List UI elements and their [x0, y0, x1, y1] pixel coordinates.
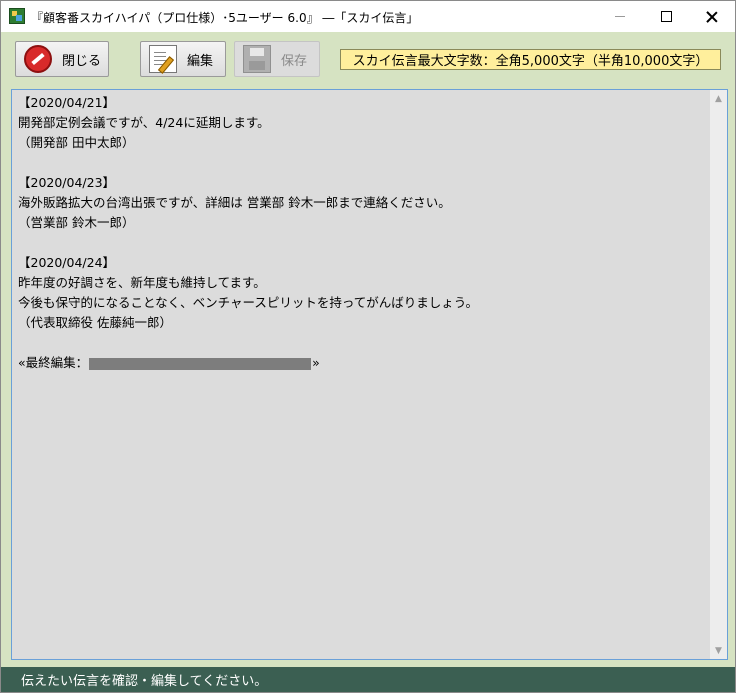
window-title: 『顧客番スカイハイパ（プロ仕様）･5ユーザー 6.0』 ―「スカイ伝言」	[31, 11, 419, 25]
message-line: 【2020/04/21】	[18, 95, 116, 110]
message-text-area[interactable]: 【2020/04/21】 開発部定例会議ですが、4/24に延期します。 （開発部…	[11, 89, 728, 660]
sky-message-window: 『顧客番スカイハイパ（プロ仕様）･5ユーザー 6.0』 ―「スカイ伝言」 閉じる…	[0, 0, 736, 693]
last-edit-prefix: «最終編集：	[18, 355, 89, 370]
message-line	[18, 233, 708, 253]
edit-icon	[149, 45, 177, 73]
message-line	[18, 333, 708, 353]
app-icon	[9, 8, 25, 24]
maximize-button[interactable]	[643, 1, 689, 32]
close-button-label: 閉じる	[62, 53, 102, 69]
message-line: 海外販路拡大の台湾出張ですが、詳細は 営業部 鈴木一郎まで連絡ください。	[18, 195, 451, 210]
message-line: 開発部定例会議ですが、4/24に延期します。	[18, 115, 270, 130]
scroll-down-arrow-icon[interactable]: ▼	[710, 642, 727, 659]
save-button[interactable]: 保存	[234, 41, 320, 77]
message-line	[18, 153, 708, 173]
edit-button[interactable]: 編集	[140, 41, 226, 77]
message-line: 昨年度の好調さを、新年度も維持してます。	[18, 275, 266, 290]
close-icon	[706, 11, 718, 23]
message-line: （営業部 鈴木一郎）	[18, 215, 135, 230]
max-length-notice: スカイ伝言最大文字数：全角5,000文字（半角10,000文字）	[340, 49, 721, 70]
last-edit-suffix: »	[312, 355, 320, 370]
floppy-disk-icon	[243, 45, 271, 73]
status-bar: 伝えたい伝言を確認・編集してください。	[1, 667, 735, 692]
vertical-scrollbar[interactable]: ▲ ▼	[710, 90, 727, 659]
status-text: 伝えたい伝言を確認・編集してください。	[21, 674, 268, 689]
message-line: 【2020/04/24】	[18, 255, 116, 270]
maximize-icon	[660, 11, 672, 22]
title-bar: 『顧客番スカイハイパ（プロ仕様）･5ユーザー 6.0』 ―「スカイ伝言」	[1, 1, 735, 32]
redacted-editor-info	[89, 357, 312, 370]
minimize-icon	[615, 16, 625, 17]
minimize-button[interactable]	[597, 1, 643, 32]
message-content: 【2020/04/21】 開発部定例会議ですが、4/24に延期します。 （開発部…	[18, 93, 708, 373]
edit-button-label: 編集	[187, 53, 214, 69]
message-line: 【2020/04/23】	[18, 175, 116, 190]
message-line: （開発部 田中太郎）	[18, 135, 135, 150]
message-line: 今後も保守的になることなく、ベンチャースピリットを持ってがんばりましょう。	[18, 295, 479, 310]
last-edit-line: «最終編集： »	[18, 353, 708, 373]
save-button-label: 保存	[281, 53, 308, 69]
close-button[interactable]: 閉じる	[15, 41, 109, 77]
scroll-up-arrow-icon[interactable]: ▲	[710, 90, 727, 107]
window-close-button[interactable]	[689, 1, 735, 32]
message-line: （代表取締役 佐藤純一郎）	[18, 315, 172, 330]
stop-icon	[24, 45, 52, 73]
